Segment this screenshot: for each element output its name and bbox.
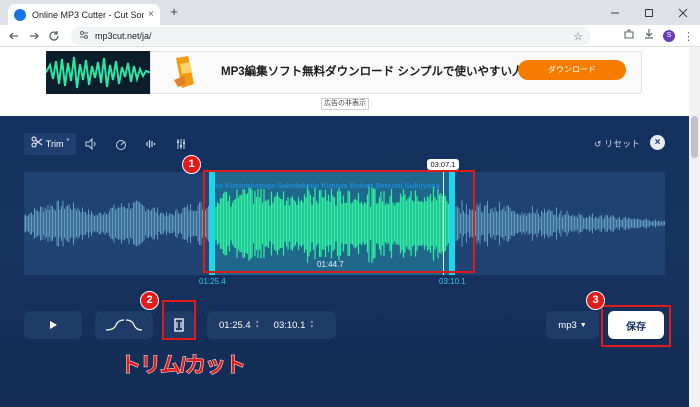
fade-in-out-icon: [105, 319, 143, 331]
browser-toolbar: mp3cut.net/ja/ ☆ S ⋮: [0, 25, 700, 47]
end-time-input[interactable]: 03:10.1: [274, 320, 306, 331]
start-time-stepper[interactable]: ▲ ▼: [255, 320, 260, 330]
toolbar-actions: S ⋮: [623, 27, 694, 45]
playhead-time: 03:07.1: [427, 159, 459, 170]
url-text: mp3cut.net/ja/: [95, 31, 152, 41]
play-button[interactable]: [24, 311, 82, 339]
software-logo-icon: [172, 54, 198, 90]
scissors-icon: [31, 135, 43, 153]
annotation-badge-1: 1: [182, 155, 201, 174]
extensions-icon[interactable]: [623, 27, 635, 45]
ad-waveform-image: [46, 51, 150, 94]
browser-tab[interactable]: Online MP3 Cutter - Cut Songs ×: [8, 4, 160, 25]
equalizer-icon[interactable]: [136, 133, 166, 155]
selection-start-time: 01:25.4: [199, 277, 226, 286]
end-time-stepper[interactable]: ▲ ▼: [309, 320, 314, 330]
hide-ad-button[interactable]: 広告の非表示: [321, 98, 369, 110]
reload-icon[interactable]: [44, 26, 64, 46]
forward-icon[interactable]: [24, 26, 44, 46]
annotation-badge-3: 3: [586, 291, 605, 310]
reset-label: リセット: [604, 139, 641, 149]
avatar[interactable]: S: [663, 30, 675, 42]
selection-end-time: 03:10.1: [439, 277, 466, 286]
page-scrollbar[interactable]: [689, 47, 700, 407]
site-info-icon[interactable]: [79, 27, 89, 45]
address-bar[interactable]: mp3cut.net/ja/ ☆: [71, 27, 591, 45]
volume-icon[interactable]: [76, 133, 106, 155]
trim-tool-mark: *: [66, 137, 70, 145]
back-icon[interactable]: [4, 26, 24, 46]
play-icon: [50, 321, 57, 329]
menu-icon[interactable]: ⋮: [683, 30, 694, 43]
annotation-box-3: [601, 305, 671, 347]
ad-download-button[interactable]: ダウンロード: [518, 60, 626, 80]
fade-button[interactable]: [95, 311, 153, 339]
undo-icon: ↺: [594, 139, 602, 149]
trim-tool-label: Trim: [45, 139, 64, 149]
scrollbar-thumb[interactable]: [691, 116, 698, 158]
annotation-caption: トリム/カット: [120, 354, 247, 378]
annotation-badge-2: 2: [140, 291, 159, 310]
tab-title: Online MP3 Cutter - Cut Songs: [32, 9, 145, 20]
chevron-down-icon: ▼: [579, 321, 587, 329]
start-time-input[interactable]: 01:25.4: [219, 320, 251, 331]
close-icon[interactable]: [666, 0, 700, 25]
trim-tool-button[interactable]: Trim *: [24, 133, 76, 155]
annotation-box-2: [162, 300, 196, 340]
window-controls: [598, 0, 700, 25]
star-icon[interactable]: ☆: [573, 30, 583, 43]
new-tab-button[interactable]: +: [166, 4, 182, 20]
speed-icon[interactable]: [106, 133, 136, 155]
tool-bar: Trim *: [24, 133, 196, 155]
download-icon[interactable]: [643, 27, 655, 45]
maximize-icon[interactable]: [632, 0, 666, 25]
format-select[interactable]: mp3 ▼: [546, 311, 599, 339]
mixer-icon[interactable]: [166, 133, 196, 155]
time-inputs: 01:25.4 ▲ ▼ 03:10.1 ▲ ▼: [207, 311, 336, 339]
site-favicon-icon: [14, 8, 26, 21]
tab-strip: Online MP3 Cutter - Cut Songs × +: [0, 0, 700, 25]
tab-close-icon[interactable]: ×: [148, 9, 154, 20]
reset-button[interactable]: ↺ リセット: [594, 137, 640, 150]
format-value: mp3: [558, 319, 577, 331]
minimize-icon[interactable]: [598, 0, 632, 25]
annotation-box-1: [203, 170, 475, 273]
close-editor-icon[interactable]: ×: [650, 135, 665, 150]
